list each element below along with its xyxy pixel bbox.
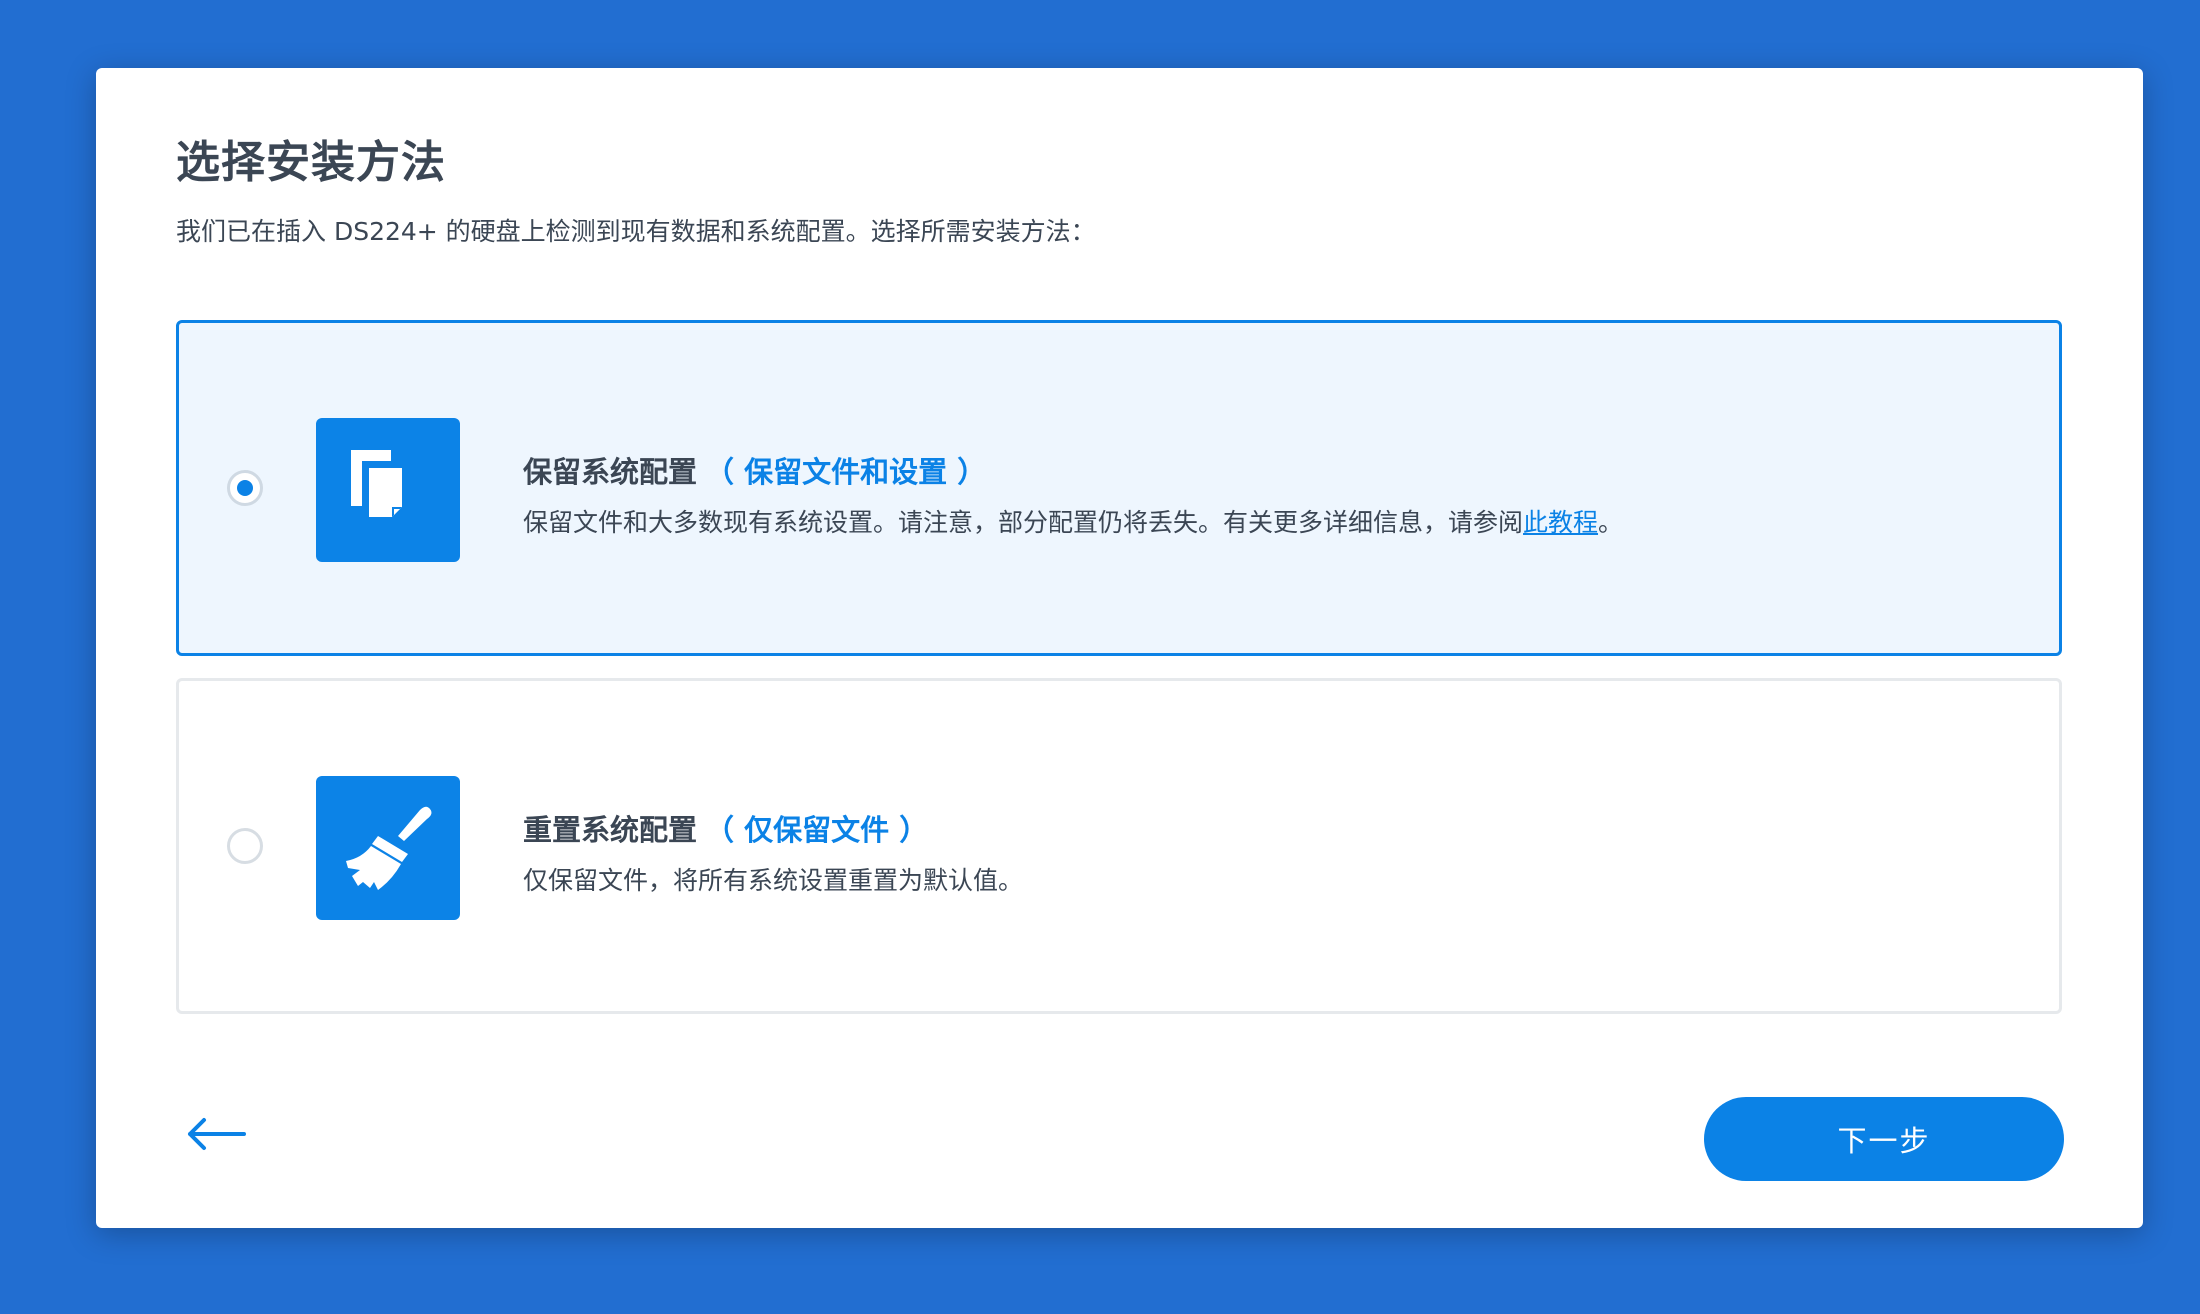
option-keep-config-title: 保留系统配置（ 保留文件和设置 ）: [523, 449, 986, 491]
tutorial-link[interactable]: 此教程: [1523, 508, 1598, 537]
option-keep-config[interactable]: 保留系统配置（ 保留文件和设置 ） 保留文件和大多数现有系统设置。请注意，部分配…: [176, 320, 2062, 656]
option-keep-config-description: 保留文件和大多数现有系统设置。请注意，部分配置仍将丢失。有关更多详细信息，请参阅…: [523, 503, 1623, 539]
option-keep-config-title-text: 保留系统配置: [523, 455, 698, 489]
option-keep-config-desc-text: 保留文件和大多数现有系统设置。请注意，部分配置仍将丢失。有关更多详细信息，请参阅: [523, 508, 1524, 537]
radio-reset-config[interactable]: [227, 828, 263, 864]
option-reset-config-title: 重置系统配置（ 仅保留文件 ）: [523, 807, 928, 849]
copy-files-icon: [316, 418, 460, 562]
dialog-subtitle: 我们已在插入 DS224+ 的硬盘上检测到现有数据和系统配置。选择所需安装方法：: [176, 217, 1096, 246]
dialog-title: 选择安装方法: [176, 137, 446, 188]
option-reset-config[interactable]: 重置系统配置（ 仅保留文件 ） 仅保留文件，将所有系统设置重置为默认值。: [176, 678, 2062, 1014]
option-keep-config-note: （ 保留文件和设置 ）: [705, 455, 987, 489]
back-button[interactable]: [184, 1108, 248, 1160]
broom-icon: [316, 776, 460, 920]
next-button[interactable]: 下一步: [1704, 1097, 2064, 1181]
option-keep-config-desc-suffix: 。: [1598, 508, 1624, 537]
arrow-left-icon: [188, 1118, 246, 1150]
option-reset-config-title-text: 重置系统配置: [523, 813, 698, 847]
option-reset-config-desc-text: 仅保留文件，将所有系统设置重置为默认值。: [523, 866, 1024, 895]
option-reset-config-note: （ 仅保留文件 ）: [705, 813, 929, 847]
radio-keep-config[interactable]: [227, 470, 263, 506]
install-method-dialog: 选择安装方法 我们已在插入 DS224+ 的硬盘上检测到现有数据和系统配置。选择…: [96, 68, 2143, 1228]
option-reset-config-description: 仅保留文件，将所有系统设置重置为默认值。: [523, 861, 1023, 897]
